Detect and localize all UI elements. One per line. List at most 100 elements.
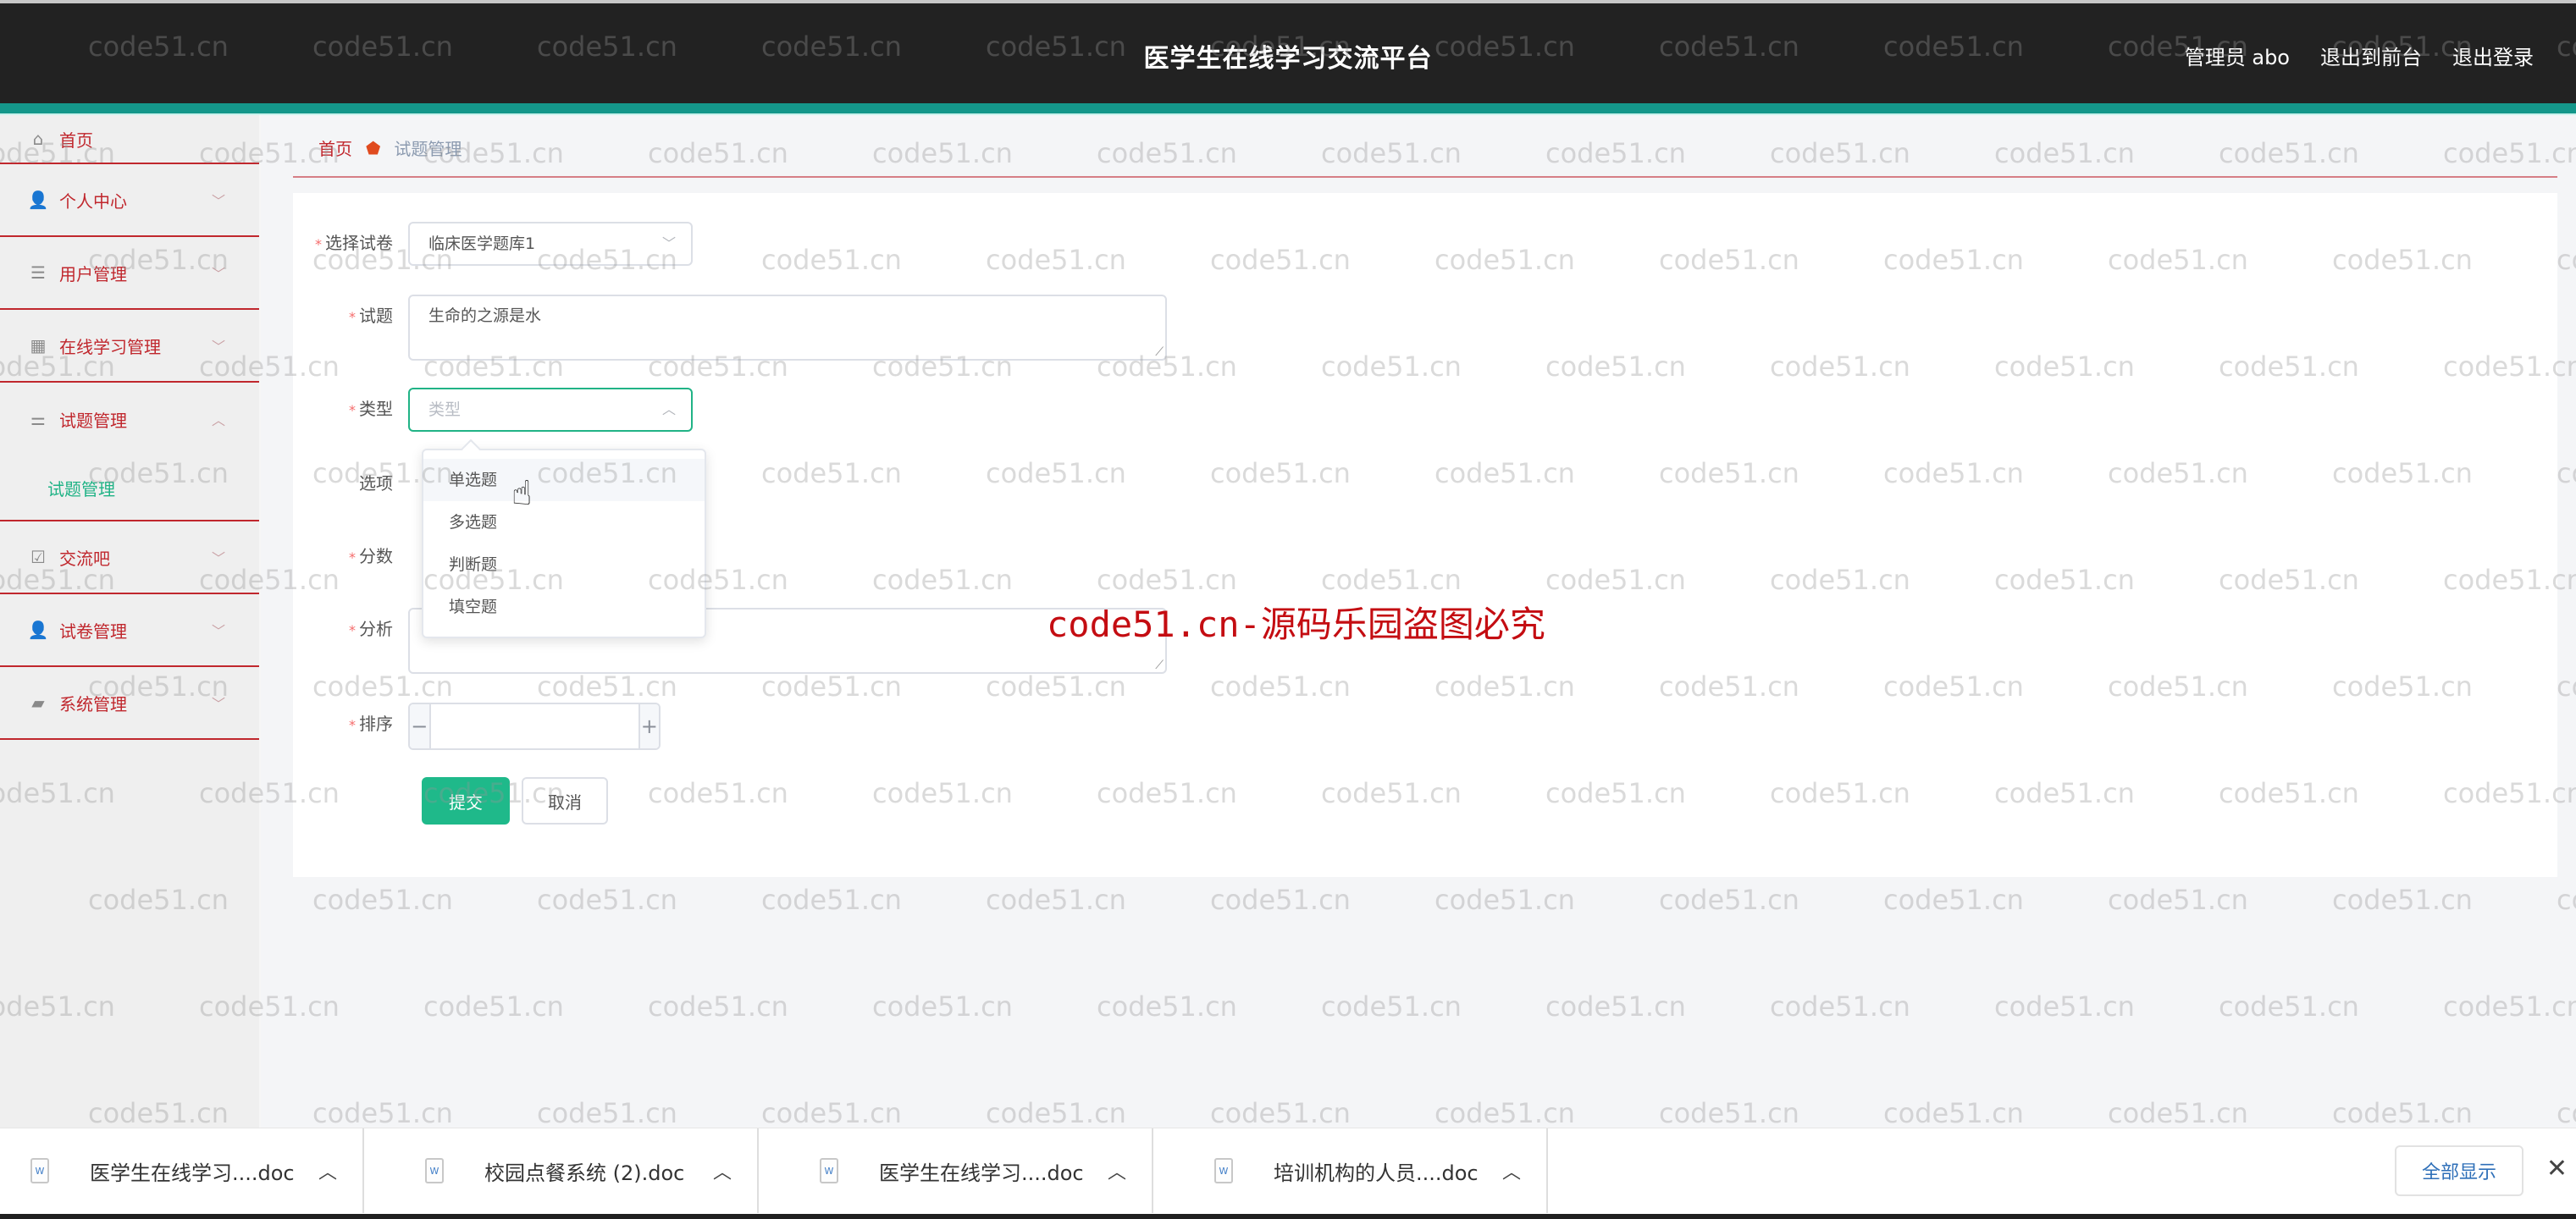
chevron-down-icon: ﹀ xyxy=(211,266,225,282)
order-stepper: − + xyxy=(408,703,661,750)
clipboard-check-icon: ☑ xyxy=(30,547,46,567)
question-label: * 试题 xyxy=(349,306,393,326)
watermark-tile: code51.cn xyxy=(761,1097,902,1129)
sidebar-item-forum[interactable]: ☑ 交流吧 ﹀ xyxy=(0,521,259,594)
type-dropdown: 单选题 多选题 判断题 填空题 xyxy=(422,439,706,638)
type-option[interactable]: 单选题 xyxy=(423,459,705,501)
paper-select[interactable]: 临床医学题库1 ﹀ xyxy=(408,222,693,266)
chevron-up-icon[interactable]: ︿ xyxy=(1502,1157,1521,1184)
download-item[interactable]: W 医学生在线学习....doc ︿ xyxy=(0,1128,365,1213)
form-row-type: * 类型 类型 ︿ xyxy=(293,388,693,432)
header-accent-bar xyxy=(0,103,2576,115)
word-doc-icon: W xyxy=(30,1158,49,1183)
watermark-tile: code51.cn xyxy=(537,884,677,916)
options-label: 选项 xyxy=(359,473,393,494)
paper-select-value: 临床医学题库1 xyxy=(428,234,536,253)
analysis-label: * 分析 xyxy=(349,619,393,639)
increment-button[interactable]: + xyxy=(638,704,659,748)
form-row-paper: * 选择试卷 临床医学题库1 ﹀ xyxy=(293,222,693,266)
download-item[interactable]: W 医学生在线学习....doc ︿ xyxy=(789,1128,1154,1213)
chevron-down-icon: ﹀ xyxy=(211,193,225,209)
watermark-tile: code51.cn xyxy=(2108,884,2248,916)
submit-button[interactable]: 提交 xyxy=(422,777,510,825)
watermark-tile: code51.cn xyxy=(872,990,1013,1023)
form-actions: 提交 取消 xyxy=(422,777,608,825)
sidebar-item-personal-center[interactable]: 👤 个人中心 ﹀ xyxy=(0,164,259,237)
wallet-icon: ▰ xyxy=(31,692,45,713)
cancel-button[interactable]: 取消 xyxy=(522,777,608,825)
sidebar-item-label: 试题管理 xyxy=(59,410,127,431)
exit-to-frontend-link[interactable]: 退出到前台 xyxy=(2320,41,2422,70)
watermark-tile: code51.cn xyxy=(2557,670,2576,703)
resize-handle-icon[interactable]: ⟋ xyxy=(1155,659,1164,672)
watermark-tile: code51.cn xyxy=(986,1097,1126,1129)
watermark-tile: code51.cn xyxy=(537,1097,677,1129)
score-label: * 分数 xyxy=(349,546,393,566)
sidebar-item-label: 用户管理 xyxy=(59,263,127,284)
watermark-tile: code51.cn xyxy=(2557,457,2576,489)
paper-label: * 选择试卷 xyxy=(315,233,393,253)
download-file-name: 培训机构的人员....doc xyxy=(1274,1161,1479,1185)
watermark-tile: code51.cn xyxy=(1883,1097,2024,1129)
show-all-downloads-button[interactable]: 全部显示 xyxy=(2395,1145,2523,1196)
download-file-name: 医学生在线学习....doc xyxy=(879,1161,1084,1185)
chevron-down-icon: ﹀ xyxy=(211,696,225,712)
watermark-tile: code51.cn xyxy=(2332,1097,2473,1129)
sidebar-item-user-management[interactable]: ☰ 用户管理 ﹀ xyxy=(0,237,259,310)
chevron-up-icon[interactable]: ︿ xyxy=(713,1157,732,1184)
chevron-up-icon: ︿ xyxy=(211,412,225,428)
sidebar-item-label: 个人中心 xyxy=(59,190,127,212)
type-select[interactable]: 类型 ︿ xyxy=(408,388,693,432)
required-marker: * xyxy=(349,549,356,565)
chevron-down-icon: ﹀ xyxy=(211,550,225,566)
list-icon: ☰ xyxy=(30,262,46,283)
breadcrumb-bar: 首页 ⬟ 试题管理 xyxy=(293,115,2557,178)
sidebar-item-online-learning[interactable]: ▦ 在线学习管理 ﹀ xyxy=(0,310,259,383)
watermark-tile: code51.cn xyxy=(2219,990,2359,1023)
close-icon[interactable]: ✕ xyxy=(2546,1154,2568,1183)
watermark-tile: code51.cn xyxy=(648,990,788,1023)
watermark-tile: code51.cn xyxy=(2443,990,2576,1023)
type-option[interactable]: 多选题 xyxy=(423,501,705,543)
sidebar-item-paper-management[interactable]: 👤 试卷管理 ﹀ xyxy=(0,594,259,667)
watermark-tile: code51.cn xyxy=(1659,884,1799,916)
type-option[interactable]: 填空题 xyxy=(423,586,705,628)
user-icon: 👤 xyxy=(27,190,49,210)
download-item[interactable]: W 校园点餐系统 (2).doc ︿ xyxy=(395,1128,760,1213)
sidebar-item-system-management[interactable]: ▰ 系统管理 ﹀ xyxy=(0,667,259,740)
hand-cursor-icon: ☝ xyxy=(511,474,533,513)
sidebar-item-home[interactable]: ⌂ 首页 xyxy=(0,115,259,164)
sidebar-item-label: 交流吧 xyxy=(59,548,110,569)
decrement-button[interactable]: − xyxy=(410,704,431,748)
type-option[interactable]: 判断题 xyxy=(423,543,705,586)
grid-icon: ▦ xyxy=(30,335,47,356)
logout-link[interactable]: 退出登录 xyxy=(2452,41,2534,70)
order-label: * 排序 xyxy=(349,714,393,734)
order-input[interactable] xyxy=(430,704,638,748)
watermark-tile: code51.cn xyxy=(1883,884,2024,916)
watermark-banner: code51.cn-源码乐园盗图必究 xyxy=(1047,604,1545,645)
watermark-tile: code51.cn xyxy=(761,884,902,916)
download-file-name: 校园点餐系统 (2).doc xyxy=(484,1161,685,1185)
resize-handle-icon[interactable]: ⟋ xyxy=(1155,345,1164,359)
watermark-tile: code51.cn xyxy=(312,1097,453,1129)
sidebar-item-label: 系统管理 xyxy=(59,693,127,714)
sidebar-item-question-management[interactable]: ⚌ 试题管理 ︿ xyxy=(0,383,259,455)
user-tie-icon: 👤 xyxy=(27,620,49,640)
breadcrumb-home[interactable]: 首页 xyxy=(318,135,352,160)
required-marker: * xyxy=(349,622,356,638)
form-row-options: 选项 xyxy=(293,462,408,505)
required-marker: * xyxy=(315,236,322,252)
chevron-up-icon[interactable]: ︿ xyxy=(318,1157,337,1184)
word-doc-icon: W xyxy=(425,1158,444,1183)
question-textarea[interactable]: 生命的之源是水 ⟋ xyxy=(408,295,1167,361)
word-doc-icon: W xyxy=(820,1158,838,1183)
sidebar-menu: ⌂ 首页 👤 个人中心 ﹀ ☰ 用户管理 ﹀ ▦ 在线学习管理 ﹀ ⚌ 试题管理… xyxy=(0,115,261,1128)
window-bottom-edge xyxy=(0,1214,2576,1219)
download-item[interactable]: W 培训机构的人员....doc ︿ xyxy=(1184,1128,1549,1213)
chevron-up-icon[interactable]: ︿ xyxy=(1108,1157,1126,1184)
sidebar-subitem-question-management[interactable]: 试题管理 xyxy=(0,455,259,520)
watermark-tile: code51.cn xyxy=(1545,990,1686,1023)
watermark-tile: code51.cn xyxy=(2557,1097,2576,1129)
sidebar-item-label: 在线学习管理 xyxy=(59,336,161,357)
